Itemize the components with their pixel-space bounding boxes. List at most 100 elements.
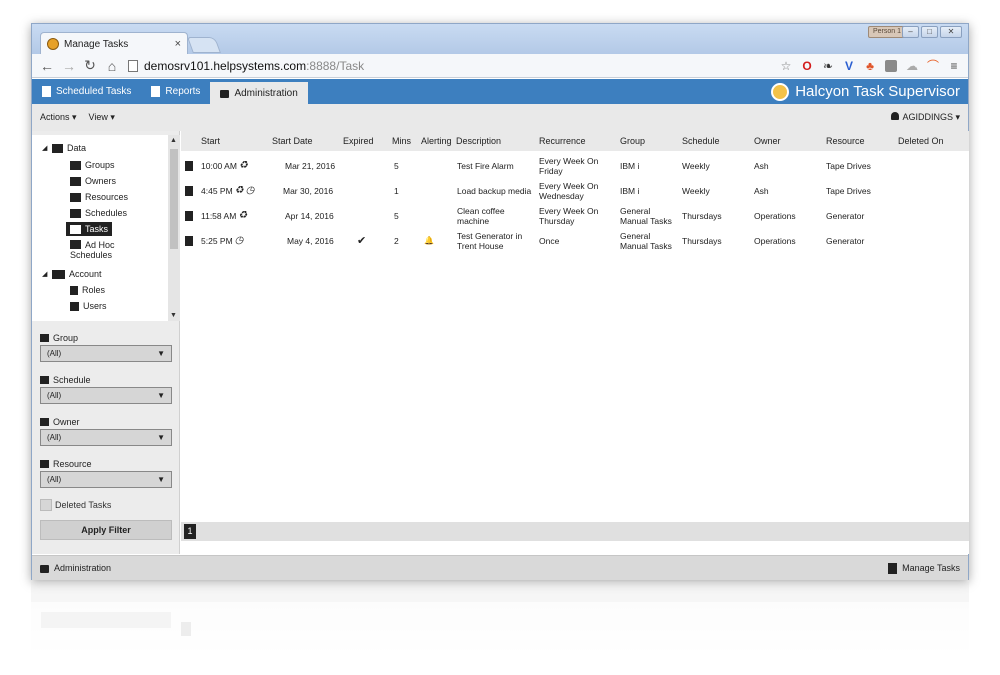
actions-menu[interactable]: Actions ▾ — [40, 112, 77, 123]
owner-select[interactable]: (All) ▼ — [40, 429, 172, 446]
deleted-tasks-toggle[interactable]: Deleted Tasks — [40, 499, 172, 511]
pocket-icon[interactable]: V — [843, 60, 855, 72]
user-icon — [891, 112, 900, 120]
page-button[interactable]: 1 — [184, 524, 196, 539]
table-row[interactable]: 11:58 AM ♻ Apr 14, 2016 5 Clean coffee ma… — [181, 203, 969, 228]
col-deleted-on[interactable]: Deleted On — [898, 131, 944, 151]
tree-label: Resources — [85, 192, 129, 202]
row-doc-icon[interactable] — [185, 178, 193, 203]
row-doc-icon[interactable] — [185, 228, 193, 253]
col-expired[interactable]: Expired — [343, 131, 374, 151]
calendar-icon — [70, 208, 81, 218]
tree-label: Account — [69, 269, 102, 279]
col-schedule[interactable]: Schedule — [682, 131, 720, 151]
tree-node-resources[interactable]: Resources — [70, 192, 128, 202]
tree-node-groups[interactable]: Groups — [70, 160, 115, 170]
profile-badge[interactable]: Person 1 — [867, 26, 906, 38]
tab-reports[interactable]: Reports — [141, 79, 210, 104]
browser-tab[interactable]: Manage Tasks × — [40, 32, 188, 55]
col-group[interactable]: Group — [620, 131, 645, 151]
menu-icon[interactable]: ≡ — [948, 60, 960, 72]
expand-caret-icon[interactable]: ◢ — [42, 144, 52, 152]
col-alerting[interactable]: Alerting — [421, 131, 452, 151]
col-owner[interactable]: Owner — [754, 131, 781, 151]
cloud-icon[interactable]: ☁ — [906, 60, 918, 72]
schedule-select[interactable]: (All) ▼ — [40, 387, 172, 404]
square-icon[interactable] — [885, 59, 897, 72]
group-select[interactable]: (All) ▼ — [40, 345, 172, 362]
chevron-down-icon: ▼ — [157, 475, 165, 484]
tree-node-owners[interactable]: Owners — [70, 176, 116, 186]
select-value: (All) — [47, 349, 62, 358]
cell-schedule: Weekly — [682, 160, 710, 171]
evernote-icon[interactable]: ❧ — [822, 60, 834, 72]
maximize-button[interactable]: □ — [921, 26, 938, 38]
col-mins[interactable]: Mins — [392, 131, 411, 151]
tree-label: Groups — [85, 160, 115, 170]
tree-node-users[interactable]: Users — [70, 301, 107, 311]
minimize-button[interactable]: ‒ — [902, 26, 919, 38]
col-start[interactable]: Start — [201, 131, 220, 151]
tree-label: Owners — [85, 176, 117, 186]
recycle-icon: ♻ — [238, 159, 248, 171]
resource-select[interactable]: (All) ▼ — [40, 471, 172, 488]
table-row[interactable]: 5:25 PM ◷ May 4, 2016 ✔ 2 🔔 Test Generato… — [181, 228, 969, 253]
home-icon[interactable]: ⌂ — [106, 58, 118, 74]
tree-label: Schedules — [85, 208, 128, 218]
tab-title: Manage Tasks — [64, 38, 129, 50]
tree-node-tasks[interactable]: Tasks — [66, 222, 113, 236]
user-menu[interactable]: AGIDDINGS ▾ — [891, 112, 960, 123]
deleted-tasks-checkbox[interactable] — [40, 499, 52, 511]
scroll-thumb[interactable] — [170, 149, 178, 249]
document-icon — [42, 86, 51, 97]
tree-node-account[interactable]: ◢ Account — [42, 269, 102, 279]
share-icon[interactable]: ♣ — [864, 60, 876, 72]
row-doc-icon[interactable] — [185, 203, 193, 228]
tree-node-adhoc-schedules[interactable]: Ad Hoc Schedules — [70, 240, 115, 260]
table-row[interactable]: 10:00 AM ♻ Mar 21, 2016 5 Test Fire Alarm… — [181, 153, 969, 178]
expand-caret-icon[interactable]: ◢ — [42, 270, 52, 278]
opera-icon[interactable]: O — [801, 60, 813, 72]
view-menu[interactable]: View ▾ — [89, 112, 115, 123]
star-icon[interactable]: ☆ — [780, 60, 792, 72]
close-window-button[interactable]: ✕ — [940, 26, 962, 38]
cell-group: IBM i — [620, 160, 640, 171]
table-row[interactable]: 4:45 PM ♻ ◷ Mar 30, 2016 1 Load backup med… — [181, 178, 969, 203]
toolbar: Actions ▾ View ▾ AGIDDINGS ▾ — [32, 104, 968, 131]
scroll-down-icon[interactable]: ▼ — [170, 312, 177, 319]
col-resource[interactable]: Resource — [826, 131, 865, 151]
cell-start: 5:25 PM ◷ — [201, 228, 243, 253]
reload-icon[interactable]: ↻ — [84, 57, 96, 74]
tree-node-roles[interactable]: Roles — [70, 285, 105, 295]
cell-owner: Ash — [754, 160, 769, 171]
start-time: 4:45 PM — [201, 185, 233, 196]
back-icon[interactable]: ← — [40, 58, 54, 74]
tree-label: Ad Hoc Schedules — [70, 240, 115, 260]
forward-icon[interactable]: → — [62, 58, 76, 74]
scroll-up-icon[interactable]: ▲ — [170, 137, 177, 144]
tree-scrollbar[interactable]: ▲ ▼ — [168, 135, 180, 321]
row-doc-icon[interactable] — [185, 153, 193, 178]
document-icon — [888, 562, 898, 574]
page-icon — [128, 59, 138, 72]
new-tab-button[interactable] — [187, 37, 221, 53]
tree-label: Data — [67, 143, 87, 153]
select-value: (All) — [47, 433, 62, 442]
tab-close-icon[interactable]: × — [175, 38, 181, 50]
tree-label-line: Ad Hoc — [85, 240, 115, 250]
cell-description: Test Generator in Trent House — [457, 230, 523, 251]
briefcase-icon — [70, 176, 81, 186]
col-recurrence[interactable]: Recurrence — [539, 131, 586, 151]
url-input[interactable]: demosrv101.helpsystems.com:8888/Task — [128, 57, 780, 75]
cell-resource: Tape Drives — [826, 185, 871, 196]
rainbow-icon[interactable]: ⌒ — [927, 60, 939, 72]
col-description[interactable]: Description — [456, 131, 501, 151]
tree-node-data[interactable]: ◢ Data — [42, 143, 86, 153]
apply-filter-button[interactable]: Apply Filter — [40, 520, 172, 540]
tab-administration[interactable]: Administration — [210, 82, 308, 104]
select-value: (All) — [47, 391, 62, 400]
tree-node-schedules[interactable]: Schedules — [70, 208, 127, 218]
col-start-date[interactable]: Start Date — [272, 131, 313, 151]
owner-filter-label: Owner — [40, 415, 172, 429]
tab-scheduled-tasks[interactable]: Scheduled Tasks — [32, 79, 141, 104]
